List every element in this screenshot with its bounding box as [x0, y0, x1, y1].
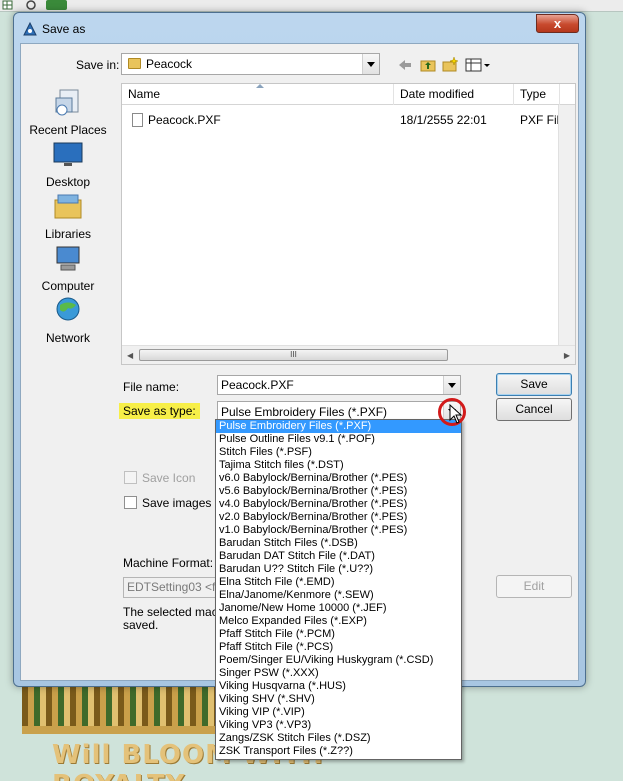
desktop-icon: [53, 142, 83, 166]
save-as-type-option[interactable]: Janome/New Home 10000 (*.JEF): [216, 602, 461, 615]
folder-icon: [128, 58, 141, 69]
file-list[interactable]: Name Date modified Type Peacock.PXF 18/1…: [121, 83, 576, 365]
save-as-type-option[interactable]: v2.0 Babylock/Bernina/Brother (*.PES): [216, 511, 461, 524]
save-as-type-option[interactable]: Viking VP3 (*.VP3): [216, 719, 461, 732]
save-as-type-option[interactable]: Barudan U?? Stitch File (*.U??): [216, 563, 461, 576]
machine-note-line2: saved.: [123, 618, 159, 632]
place-libraries[interactable]: Libraries: [23, 192, 113, 241]
app-icon: [23, 21, 37, 36]
save-as-type-option[interactable]: v5.6 Babylock/Bernina/Brother (*.PES): [216, 485, 461, 498]
view-menu-icon[interactable]: [464, 56, 492, 74]
libraries-icon: [54, 194, 82, 219]
save-as-type-option[interactable]: Pfaff Stitch File (*.PCS): [216, 641, 461, 654]
title-bar[interactable]: Save as x: [14, 13, 585, 43]
scrollbar-thumb[interactable]: III: [139, 349, 448, 361]
grid-icon[interactable]: [2, 0, 14, 11]
computer-icon: [56, 246, 80, 271]
place-network[interactable]: Network: [23, 296, 113, 345]
file-row[interactable]: Peacock.PXF 18/1/2555 22:01 PXF File: [122, 111, 575, 129]
cancel-button[interactable]: Cancel: [496, 398, 572, 421]
vertical-scrollbar[interactable]: [558, 105, 575, 345]
save-icon-label: Save Icon: [142, 471, 196, 485]
save-as-type-option[interactable]: Elna Stitch File (*.EMD): [216, 576, 461, 589]
chevron-down-icon[interactable]: [362, 54, 379, 74]
scroll-left-icon[interactable]: ◀: [127, 351, 133, 360]
place-label: Recent Places: [29, 123, 107, 137]
save-as-type-option[interactable]: Singer PSW (*.XXX): [216, 667, 461, 680]
machine-format-label: Machine Format:: [123, 556, 214, 570]
place-label: Desktop: [45, 175, 91, 189]
place-label: Libraries: [44, 227, 92, 241]
save-as-type-option[interactable]: Barudan Stitch Files (*.DSB): [216, 537, 461, 550]
save-as-type-option[interactable]: Pulse Embroidery Files (*.PXF): [216, 420, 461, 433]
save-as-type-option[interactable]: Viking Husqvarna (*.HUS): [216, 680, 461, 693]
3d-icon[interactable]: [46, 0, 68, 11]
mouse-cursor-icon: [449, 404, 463, 424]
place-label: Network: [45, 331, 90, 345]
save-as-type-list[interactable]: Pulse Embroidery Files (*.PXF) Pulse Outl…: [215, 419, 462, 760]
network-icon: [56, 297, 80, 321]
save-as-type-value: Pulse Embroidery Files (*.PXF): [221, 405, 388, 419]
save-button[interactable]: Save: [496, 373, 572, 396]
place-recent-places[interactable]: Recent Places: [23, 88, 113, 137]
dialog-title: Save as: [42, 22, 86, 36]
back-icon[interactable]: [396, 56, 414, 74]
save-as-type-option[interactable]: Viking VIP (*.VIP): [216, 706, 461, 719]
edit-button[interactable]: Edit: [496, 575, 572, 598]
save-in-dropdown[interactable]: Peacock: [121, 53, 380, 75]
save-icon-checkbox[interactable]: [124, 471, 137, 484]
save-as-type-option[interactable]: Viking SHV (*.SHV): [216, 693, 461, 706]
close-button[interactable]: x: [536, 14, 579, 33]
column-date-modified[interactable]: Date modified: [394, 84, 514, 105]
save-as-type-option[interactable]: v6.0 Babylock/Bernina/Brother (*.PES): [216, 472, 461, 485]
save-images-label: Save images in: [142, 496, 225, 510]
file-name-value: Peacock.PXF: [221, 378, 294, 392]
file-name-label: File name:: [123, 380, 180, 394]
machine-note-line1: The selected machi: [123, 605, 228, 619]
place-desktop[interactable]: Desktop: [23, 140, 113, 189]
save-as-type-option[interactable]: Pulse Outline Files v9.1 (*.POF): [216, 433, 461, 446]
new-folder-icon[interactable]: [441, 56, 459, 74]
chevron-down-icon[interactable]: [443, 376, 460, 394]
file-name-input[interactable]: Peacock.PXF: [217, 375, 461, 395]
app-toolbar: [0, 0, 623, 12]
save-as-type-option[interactable]: Zangs/ZSK Stitch Files (*.DSZ): [216, 732, 461, 745]
up-folder-icon[interactable]: [419, 56, 437, 74]
file-list-header: Name Date modified Type: [122, 84, 575, 105]
save-in-value: Peacock: [146, 57, 193, 71]
column-name[interactable]: Name: [122, 84, 394, 105]
file-name-cell: Peacock.PXF: [148, 113, 221, 127]
save-as-type-option[interactable]: Pfaff Stitch File (*.PCM): [216, 628, 461, 641]
scroll-right-icon[interactable]: ▶: [564, 351, 570, 360]
save-as-type-option[interactable]: v4.0 Babylock/Bernina/Brother (*.PES): [216, 498, 461, 511]
horizontal-scrollbar[interactable]: ◀ III ▶: [122, 345, 575, 364]
save-as-type-option[interactable]: Poem/Singer EU/Viking Huskygram (*.CSD): [216, 654, 461, 667]
recent-places-icon: [55, 89, 79, 116]
save-as-type-option[interactable]: ZSK Transport Files (*.Z??): [216, 745, 461, 758]
file-date-cell: 18/1/2555 22:01: [400, 113, 487, 127]
save-in-label: Save in:: [76, 58, 120, 72]
save-as-type-option[interactable]: Melco Expanded Files (*.EXP): [216, 615, 461, 628]
save-images-checkbox[interactable]: [124, 496, 137, 509]
save-as-type-option[interactable]: Tajima Stitch files (*.DST): [216, 459, 461, 472]
save-as-type-option[interactable]: Barudan DAT Stitch File (*.DAT): [216, 550, 461, 563]
save-as-type-option[interactable]: Stitch Files (*.PSF): [216, 446, 461, 459]
save-as-type-option[interactable]: Elna/Janome/Kenmore (*.SEW): [216, 589, 461, 602]
machine-format-field: EDTSetting03 <fror: [123, 577, 223, 598]
place-computer[interactable]: Computer: [23, 244, 113, 293]
refresh-icon[interactable]: [24, 0, 38, 11]
place-label: Computer: [41, 279, 95, 293]
file-icon: [132, 113, 143, 127]
save-as-type-option[interactable]: v1.0 Babylock/Bernina/Brother (*.PES): [216, 524, 461, 537]
column-type[interactable]: Type: [514, 84, 560, 105]
save-as-type-label: Save as type:: [119, 403, 200, 419]
